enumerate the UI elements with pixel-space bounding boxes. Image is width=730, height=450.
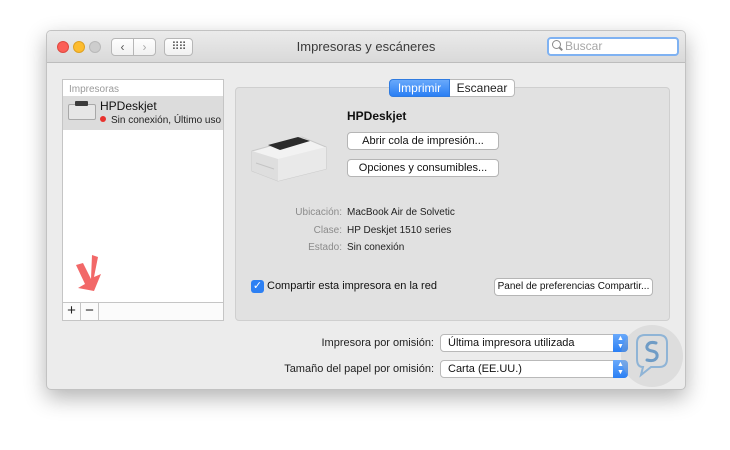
printer-image-icon (251, 136, 327, 182)
sharing-preferences-button[interactable]: Panel de preferencias Compartir... (494, 278, 653, 296)
share-checkbox[interactable]: ✓ (251, 280, 264, 293)
share-printer-label: Compartir esta impresora en la red (267, 280, 437, 292)
list-actions-bar: + − (62, 303, 224, 321)
watermark-icon (636, 334, 668, 378)
status-dot-icon (100, 116, 106, 122)
location-value: MacBook Air de Solvetic (347, 207, 455, 218)
default-printer-select[interactable]: Última impresora utilizada ▲ ▼ (440, 334, 628, 352)
printer-list-header: Impresoras (69, 84, 120, 95)
status-value: Sin conexión (347, 242, 405, 253)
default-printer-value: Última impresora utilizada (448, 337, 575, 349)
default-paper-value: Carta (EE.UU.) (448, 363, 522, 375)
printer-item-status-text: Sin conexión, Último uso (111, 115, 222, 126)
tab-imprimir[interactable]: Imprimir (389, 79, 450, 97)
printer-item-status: Sin conexión, Último uso (100, 115, 221, 126)
watermark-logo (621, 325, 683, 387)
printer-item-name: HPDeskjet (100, 99, 157, 113)
default-paper-select[interactable]: Carta (EE.UU.) ▲ ▼ (440, 360, 628, 378)
location-label: Ubicación: (295, 207, 342, 218)
search-icon (552, 40, 561, 49)
class-label: Clase: (313, 225, 342, 236)
add-printer-button[interactable]: + (63, 303, 81, 320)
default-paper-label: Tamaño del papel por omisión: (284, 363, 434, 375)
printer-list-item[interactable]: HPDeskjet Sin conexión, Último uso (63, 96, 223, 130)
tab-escanear[interactable]: Escanear (450, 79, 515, 97)
search-placeholder: Buscar (565, 39, 603, 53)
status-label: Estado: (308, 242, 342, 253)
open-queue-button[interactable]: Abrir cola de impresión... (347, 132, 499, 150)
annotation-arrow-icon (76, 255, 101, 291)
search-input[interactable]: Buscar (547, 37, 679, 56)
printer-title: HPDeskjet (347, 109, 407, 123)
class-value: HP Deskjet 1510 series (347, 225, 452, 236)
default-printer-label: Impresora por omisión: (321, 337, 435, 349)
printer-icon (68, 101, 96, 120)
checkmark-icon: ✓ (252, 280, 263, 292)
title-bar: ‹ › ⠿⠿ Impresoras y escáneres Buscar (47, 31, 685, 63)
remove-printer-button[interactable]: − (81, 303, 99, 320)
preferences-window: ‹ › ⠿⠿ Impresoras y escáneres Buscar Imp… (46, 30, 686, 390)
options-supplies-button[interactable]: Opciones y consumibles... (347, 159, 499, 177)
